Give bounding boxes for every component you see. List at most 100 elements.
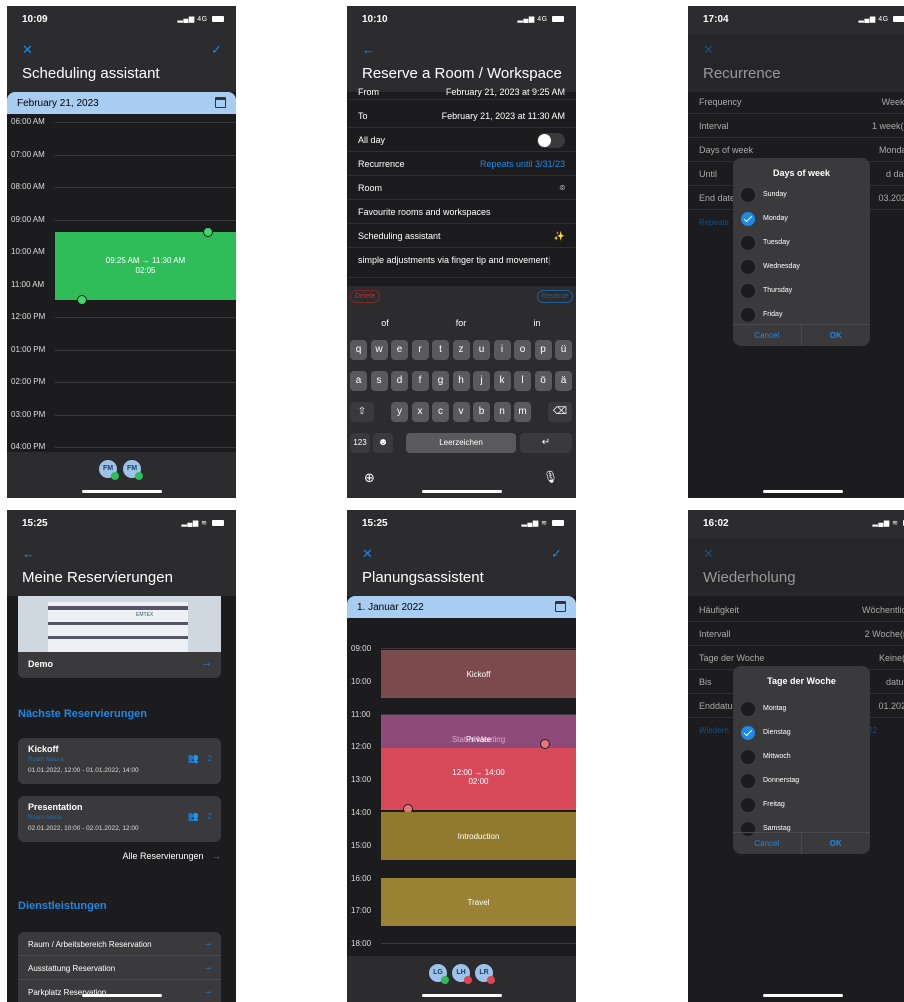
booking-block[interactable]: 12:00 → 14:00 02:00 xyxy=(381,748,576,810)
service-row[interactable]: Ausstattung Reservation → xyxy=(18,956,221,980)
space-key[interactable]: Leerzeichen xyxy=(406,433,516,453)
attendee-avatar[interactable]: LH xyxy=(452,964,472,984)
close-icon[interactable]: ✕ xyxy=(22,42,33,58)
service-row[interactable]: Raum / Arbeitsbereich Reservation → xyxy=(18,932,221,956)
event-introduction[interactable]: Introduction xyxy=(381,812,576,860)
reservation-card[interactable]: Presentation Room Arena 02.01.2022, 10:00 … xyxy=(18,796,221,842)
letter-key[interactable]: v xyxy=(452,402,470,422)
repeats-link[interactable]: Repeats xyxy=(699,218,729,227)
reserve-button[interactable]: Reserve xyxy=(536,290,573,303)
letter-key[interactable]: d xyxy=(391,371,408,391)
ok-button[interactable]: OK xyxy=(801,324,870,346)
reservation-card[interactable]: Kickoff Room Natura 01.01.2022, 12:00 - 01… xyxy=(18,738,221,784)
microphone-icon[interactable]: 🎙 xyxy=(543,470,558,484)
repeats-link[interactable]: Wiederh xyxy=(699,726,729,735)
setting-row[interactable]: Häufigkeit Wöchentlich xyxy=(688,598,904,622)
letter-key[interactable]: k xyxy=(493,371,511,391)
cancel-button[interactable]: Cancel xyxy=(733,832,802,854)
letter-key[interactable]: b xyxy=(473,402,490,422)
cancel-button[interactable]: Cancel xyxy=(733,324,802,346)
letter-key[interactable]: o xyxy=(514,340,531,360)
letter-key[interactable]: z xyxy=(452,340,470,360)
letter-key[interactable]: c xyxy=(432,402,449,422)
note-input[interactable]: simple adjustments via finger tip and mo… xyxy=(347,248,576,278)
calendar-icon[interactable] xyxy=(555,601,566,612)
return-key[interactable]: ↵ xyxy=(520,433,572,453)
letter-key[interactable]: t xyxy=(432,340,449,360)
day-option[interactable]: Wednesday xyxy=(741,260,800,278)
letter-key[interactable]: n xyxy=(493,402,511,422)
date-selector[interactable]: 1. Januar 2022 xyxy=(347,596,576,618)
attendee-avatar[interactable]: FM xyxy=(123,460,143,480)
letter-key[interactable]: r xyxy=(411,340,429,360)
allday-toggle[interactable] xyxy=(537,133,565,148)
letter-key[interactable]: j xyxy=(473,371,490,391)
letter-key[interactable]: l xyxy=(514,371,531,391)
letter-key[interactable]: s xyxy=(370,371,388,391)
confirm-check-icon[interactable]: ✓ xyxy=(211,42,222,58)
back-arrow-icon[interactable]: ← xyxy=(22,546,35,561)
event-kickoff[interactable]: Kickoff xyxy=(381,650,576,698)
back-arrow-icon[interactable]: ← xyxy=(362,42,375,57)
day-option[interactable]: Monday xyxy=(741,212,788,230)
day-option[interactable]: Tuesday xyxy=(741,236,790,254)
letter-key[interactable]: p xyxy=(534,340,552,360)
day-option[interactable]: Sunday xyxy=(741,188,787,206)
letter-key[interactable]: m xyxy=(514,402,531,422)
emoji-key[interactable]: ☻ xyxy=(373,433,393,453)
close-icon[interactable]: ✕ xyxy=(703,546,714,562)
suggestion-word[interactable]: in xyxy=(499,318,575,328)
all-reservations-link[interactable]: Alle Reservierungen → xyxy=(122,851,221,861)
day-option[interactable]: Dienstag xyxy=(741,726,791,744)
letter-key[interactable]: u xyxy=(473,340,490,360)
letter-key[interactable]: e xyxy=(391,340,408,360)
setting-row[interactable]: Intervall 2 Woche(n) xyxy=(688,622,904,646)
letter-key[interactable]: w xyxy=(370,340,388,360)
room-row[interactable]: Room ⌾ xyxy=(347,176,576,200)
event-travel[interactable]: Travel xyxy=(381,878,576,926)
letter-key[interactable]: ö xyxy=(534,371,552,391)
day-option[interactable]: Mittwoch xyxy=(741,750,791,768)
start-drag-handle[interactable] xyxy=(203,227,213,237)
setting-row[interactable]: Frequency Weekly xyxy=(688,90,904,114)
day-option[interactable]: Freitag xyxy=(741,798,785,816)
letter-key[interactable]: x xyxy=(411,402,429,422)
letter-key[interactable]: ä xyxy=(555,371,572,391)
end-drag-handle[interactable] xyxy=(77,295,87,305)
recurrence-row[interactable]: Recurrence Repeats until 3/31/23 xyxy=(347,152,576,176)
shift-key[interactable]: ⇧ xyxy=(350,402,374,422)
end-drag-handle[interactable] xyxy=(540,739,550,749)
letter-key[interactable]: q xyxy=(350,340,367,360)
letter-key[interactable]: y xyxy=(391,402,408,422)
confirm-check-icon[interactable]: ✓ xyxy=(551,546,562,562)
letter-key[interactable]: a xyxy=(350,371,367,391)
letter-key[interactable]: h xyxy=(452,371,470,391)
letter-key[interactable]: ü xyxy=(555,340,572,360)
to-row[interactable]: To February 21, 2023 at 11:30 AM xyxy=(347,104,576,128)
suggestion-word[interactable]: of xyxy=(347,318,423,328)
suggestion-word[interactable]: for xyxy=(423,318,499,328)
day-option[interactable]: Montag xyxy=(741,702,786,720)
close-icon[interactable]: ✕ xyxy=(362,546,373,562)
day-option[interactable]: Donnerstag xyxy=(741,774,799,792)
from-row[interactable]: From February 21, 2023 at 9:25 AM xyxy=(347,86,576,100)
service-row[interactable]: Parkplatz Reservation → xyxy=(18,980,221,1002)
numbers-key[interactable]: 123 xyxy=(350,433,370,453)
location-card[interactable]: EMTEX Demo → xyxy=(18,596,221,678)
attendee-avatar[interactable]: FM xyxy=(99,460,119,480)
letter-key[interactable]: i xyxy=(493,340,511,360)
date-selector[interactable]: February 21, 2023 xyxy=(7,92,236,114)
attendee-avatar[interactable]: LG xyxy=(429,964,449,984)
calendar-icon[interactable] xyxy=(215,97,226,108)
booking-block[interactable]: 09:25 AM → 11:30 AM 02:05 xyxy=(55,232,236,300)
ok-button[interactable]: OK xyxy=(801,832,870,854)
letter-key[interactable]: g xyxy=(432,371,449,391)
letter-key[interactable]: f xyxy=(411,371,429,391)
globe-icon[interactable]: ⊕ xyxy=(364,470,375,486)
day-option[interactable]: Thursday xyxy=(741,284,792,302)
close-icon[interactable]: ✕ xyxy=(703,42,714,58)
assistant-row[interactable]: Scheduling assistant ✨ xyxy=(347,224,576,248)
attendee-avatar[interactable]: LR xyxy=(475,964,495,984)
backspace-key[interactable]: ⌫ xyxy=(548,402,572,422)
favourites-row[interactable]: Favourite rooms and workspaces xyxy=(347,200,576,224)
